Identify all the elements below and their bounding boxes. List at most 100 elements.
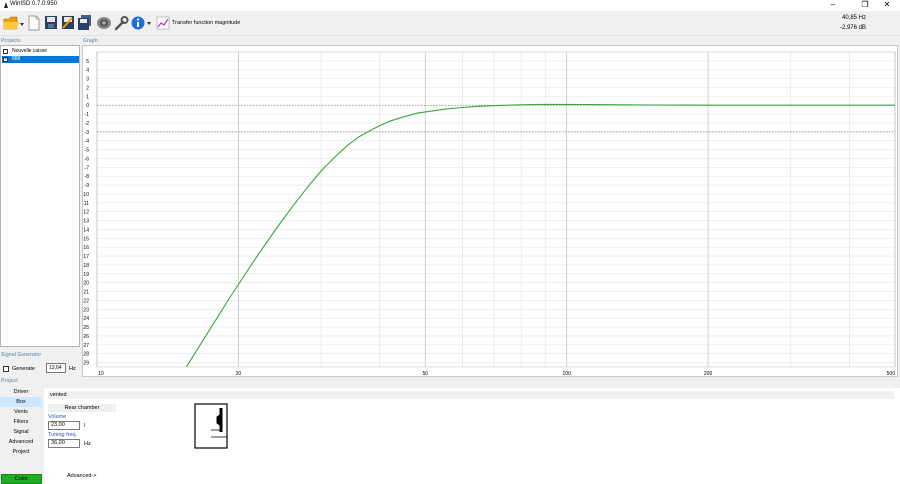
y-tick-label: -1: [85, 112, 90, 118]
y-tick-label: -4: [85, 139, 90, 145]
project-item-888[interactable]: 888: [2, 56, 79, 63]
nav-advanced[interactable]: Advanced: [0, 437, 42, 447]
y-tick-label: -29: [83, 361, 89, 367]
y-tick-label: -14: [83, 227, 89, 233]
y-tick-label: -22: [83, 298, 89, 304]
y-tick-label: 0: [86, 103, 89, 109]
y-tick-label: -28: [83, 352, 89, 358]
y-tick-label: -26: [83, 334, 89, 340]
signal-frequency-input[interactable]: 13,64: [46, 363, 66, 373]
plot-area: [96, 51, 896, 368]
y-tick-label: -6: [85, 156, 90, 162]
nav-signal[interactable]: Signal: [0, 427, 42, 437]
transfer-function-chart[interactable]: 543210-1-2-3-4-5-6-7-8-9-10-11-12-13-14-…: [82, 46, 897, 377]
info-button[interactable]: [130, 14, 154, 32]
y-tick-label: 1: [86, 94, 89, 100]
nav-filters[interactable]: Filters: [0, 417, 42, 427]
new-button[interactable]: [26, 14, 42, 32]
y-tick-label: -15: [83, 236, 89, 242]
box-diagram: [194, 403, 228, 449]
graph-type-button[interactable]: [155, 14, 171, 32]
y-tick-label: 2: [86, 85, 89, 91]
speaker-icon: [97, 17, 111, 29]
save-all-icon: [78, 15, 91, 30]
graph-icon: [156, 16, 170, 30]
y-tick-label: -17: [83, 254, 89, 260]
graph-section-label: Graph: [83, 38, 98, 44]
project-visible-checkbox[interactable]: [3, 49, 8, 54]
x-tick-label: 10: [98, 371, 104, 376]
y-tick-label: -13: [83, 219, 89, 225]
x-tick-label: 100: [563, 371, 572, 376]
nav-driver[interactable]: Driver: [0, 387, 42, 397]
window-title: WinISD 0.7.0.950: [10, 1, 58, 7]
open-button[interactable]: [3, 14, 25, 32]
signal-frequency-unit: Hz: [69, 366, 76, 372]
toolbar: Transfer function magnitude 40,85 Hz -2,…: [0, 11, 900, 36]
y-tick-label: -10: [83, 192, 89, 198]
wrench-icon: [114, 16, 129, 31]
graph-panel[interactable]: 543210-1-2-3-4-5-6-7-8-9-10-11-12-13-14-…: [82, 45, 898, 377]
y-tick-label: -9: [85, 183, 90, 189]
nav-box[interactable]: Box: [0, 397, 42, 407]
y-tick-label: -25: [83, 325, 89, 331]
generate-checkbox[interactable]: [3, 366, 9, 372]
save-icon: [45, 16, 57, 29]
volume-unit: l: [84, 423, 86, 429]
nav-vents[interactable]: Vents: [0, 407, 42, 417]
tuning-freq-input[interactable]: 36,00: [48, 439, 80, 448]
save-button[interactable]: [43, 14, 59, 32]
y-tick-label: -18: [83, 263, 89, 269]
generate-label: Generate: [12, 366, 35, 372]
folder-icon: [3, 16, 24, 30]
app-icon: [4, 2, 8, 8]
project-section-label: Project: [1, 378, 18, 384]
graph-type-label: Transfer function magnitude: [172, 20, 241, 26]
tools-button[interactable]: [113, 14, 129, 32]
y-tick-label: -11: [83, 201, 89, 207]
y-tick-label: -8: [85, 174, 90, 180]
driver-editor-button[interactable]: [96, 14, 112, 32]
save-as-icon: [62, 16, 74, 29]
save-as-button[interactable]: [60, 14, 76, 32]
close-button[interactable]: ✕: [876, 0, 898, 11]
y-tick-label: -7: [85, 165, 90, 171]
cursor-db-readout: -2,976 dB: [839, 25, 866, 31]
nav-project[interactable]: Project: [0, 447, 42, 457]
y-tick-label: -21: [83, 290, 89, 296]
y-tick-label: -16: [83, 245, 89, 251]
y-tick-label: -3: [85, 130, 90, 136]
volume-label: Volume: [48, 414, 67, 420]
box-type-field[interactable]: vented: [48, 391, 894, 399]
new-document-icon: [28, 15, 40, 31]
restore-button[interactable]: ❐: [854, 0, 876, 11]
project-name: 888: [12, 56, 21, 62]
x-tick-label: 200: [704, 371, 713, 376]
y-tick-label: -23: [83, 307, 89, 313]
y-tick-label: 5: [86, 59, 89, 65]
title-bar: WinISD 0.7.0.950 – ❐ ✕: [0, 0, 900, 11]
advanced-link[interactable]: Advanced->: [67, 473, 97, 479]
minimize-button[interactable]: –: [822, 0, 844, 11]
y-tick-label: -2: [85, 121, 90, 127]
volume-input[interactable]: 23,00: [48, 421, 80, 430]
info-icon: [131, 16, 151, 30]
box-panel: vented Rear chamber Volume 23,00 l Tunin…: [44, 388, 900, 484]
save-all-button[interactable]: [77, 14, 93, 32]
color-button[interactable]: Color: [1, 474, 42, 484]
y-tick-label: -24: [83, 316, 89, 322]
projects-list: Nouvelle caisse 888: [0, 45, 80, 347]
tuning-freq-label: Tuning freq.: [48, 432, 78, 438]
x-tick-label: 50: [423, 371, 429, 376]
projects-section-label: Projects: [1, 38, 21, 44]
y-tick-label: -12: [83, 210, 89, 216]
signal-generator: Generate 13,64 Hz: [0, 359, 80, 377]
y-tick-label: -20: [83, 281, 89, 287]
rear-chamber-tab[interactable]: Rear chamber: [48, 404, 116, 412]
y-tick-label: -5: [85, 148, 90, 154]
project-visible-checkbox[interactable]: [3, 56, 8, 63]
y-tick-label: -27: [83, 343, 89, 349]
y-tick-label: -19: [83, 272, 89, 278]
project-item-nouvelle-caisse[interactable]: Nouvelle caisse: [2, 48, 79, 55]
y-tick-label: 4: [86, 68, 89, 74]
